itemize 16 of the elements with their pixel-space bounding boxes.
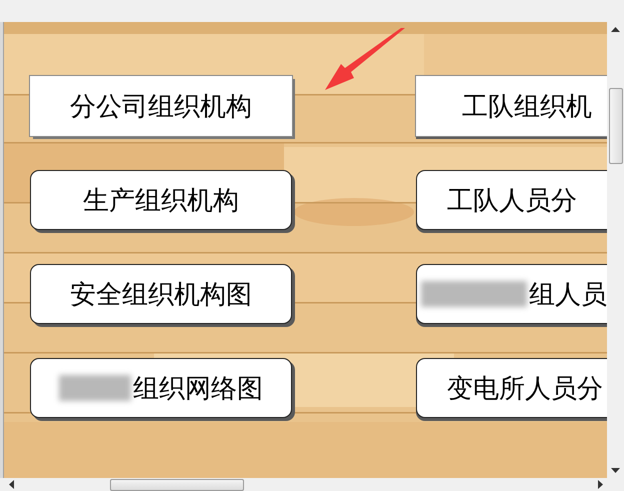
scroll-right-icon[interactable] bbox=[598, 480, 604, 489]
menu-button[interactable]: 生产组织机构 bbox=[30, 170, 292, 230]
scroll-up-icon[interactable] bbox=[611, 26, 620, 32]
menu-button[interactable]: 工队组织机 bbox=[416, 76, 607, 136]
menu-button[interactable]: 组人员 bbox=[416, 264, 607, 324]
redaction-blur bbox=[59, 375, 131, 401]
scroll-down-icon[interactable] bbox=[611, 468, 620, 474]
menu-button[interactable]: 分公司组织机构 bbox=[30, 76, 292, 136]
scrollbar-thumb[interactable] bbox=[110, 478, 244, 490]
scroll-left-icon[interactable] bbox=[8, 480, 14, 489]
menu-button[interactable]: 安全组织机构图 bbox=[30, 264, 292, 324]
arrow-icon bbox=[325, 28, 405, 90]
menu-button[interactable]: 工队人员分 bbox=[416, 170, 607, 230]
menu-button[interactable]: 组织网络图 bbox=[30, 358, 292, 418]
scrollbar-thumb[interactable] bbox=[608, 88, 622, 164]
menu-button[interactable]: 变电所人员分 bbox=[416, 358, 607, 418]
